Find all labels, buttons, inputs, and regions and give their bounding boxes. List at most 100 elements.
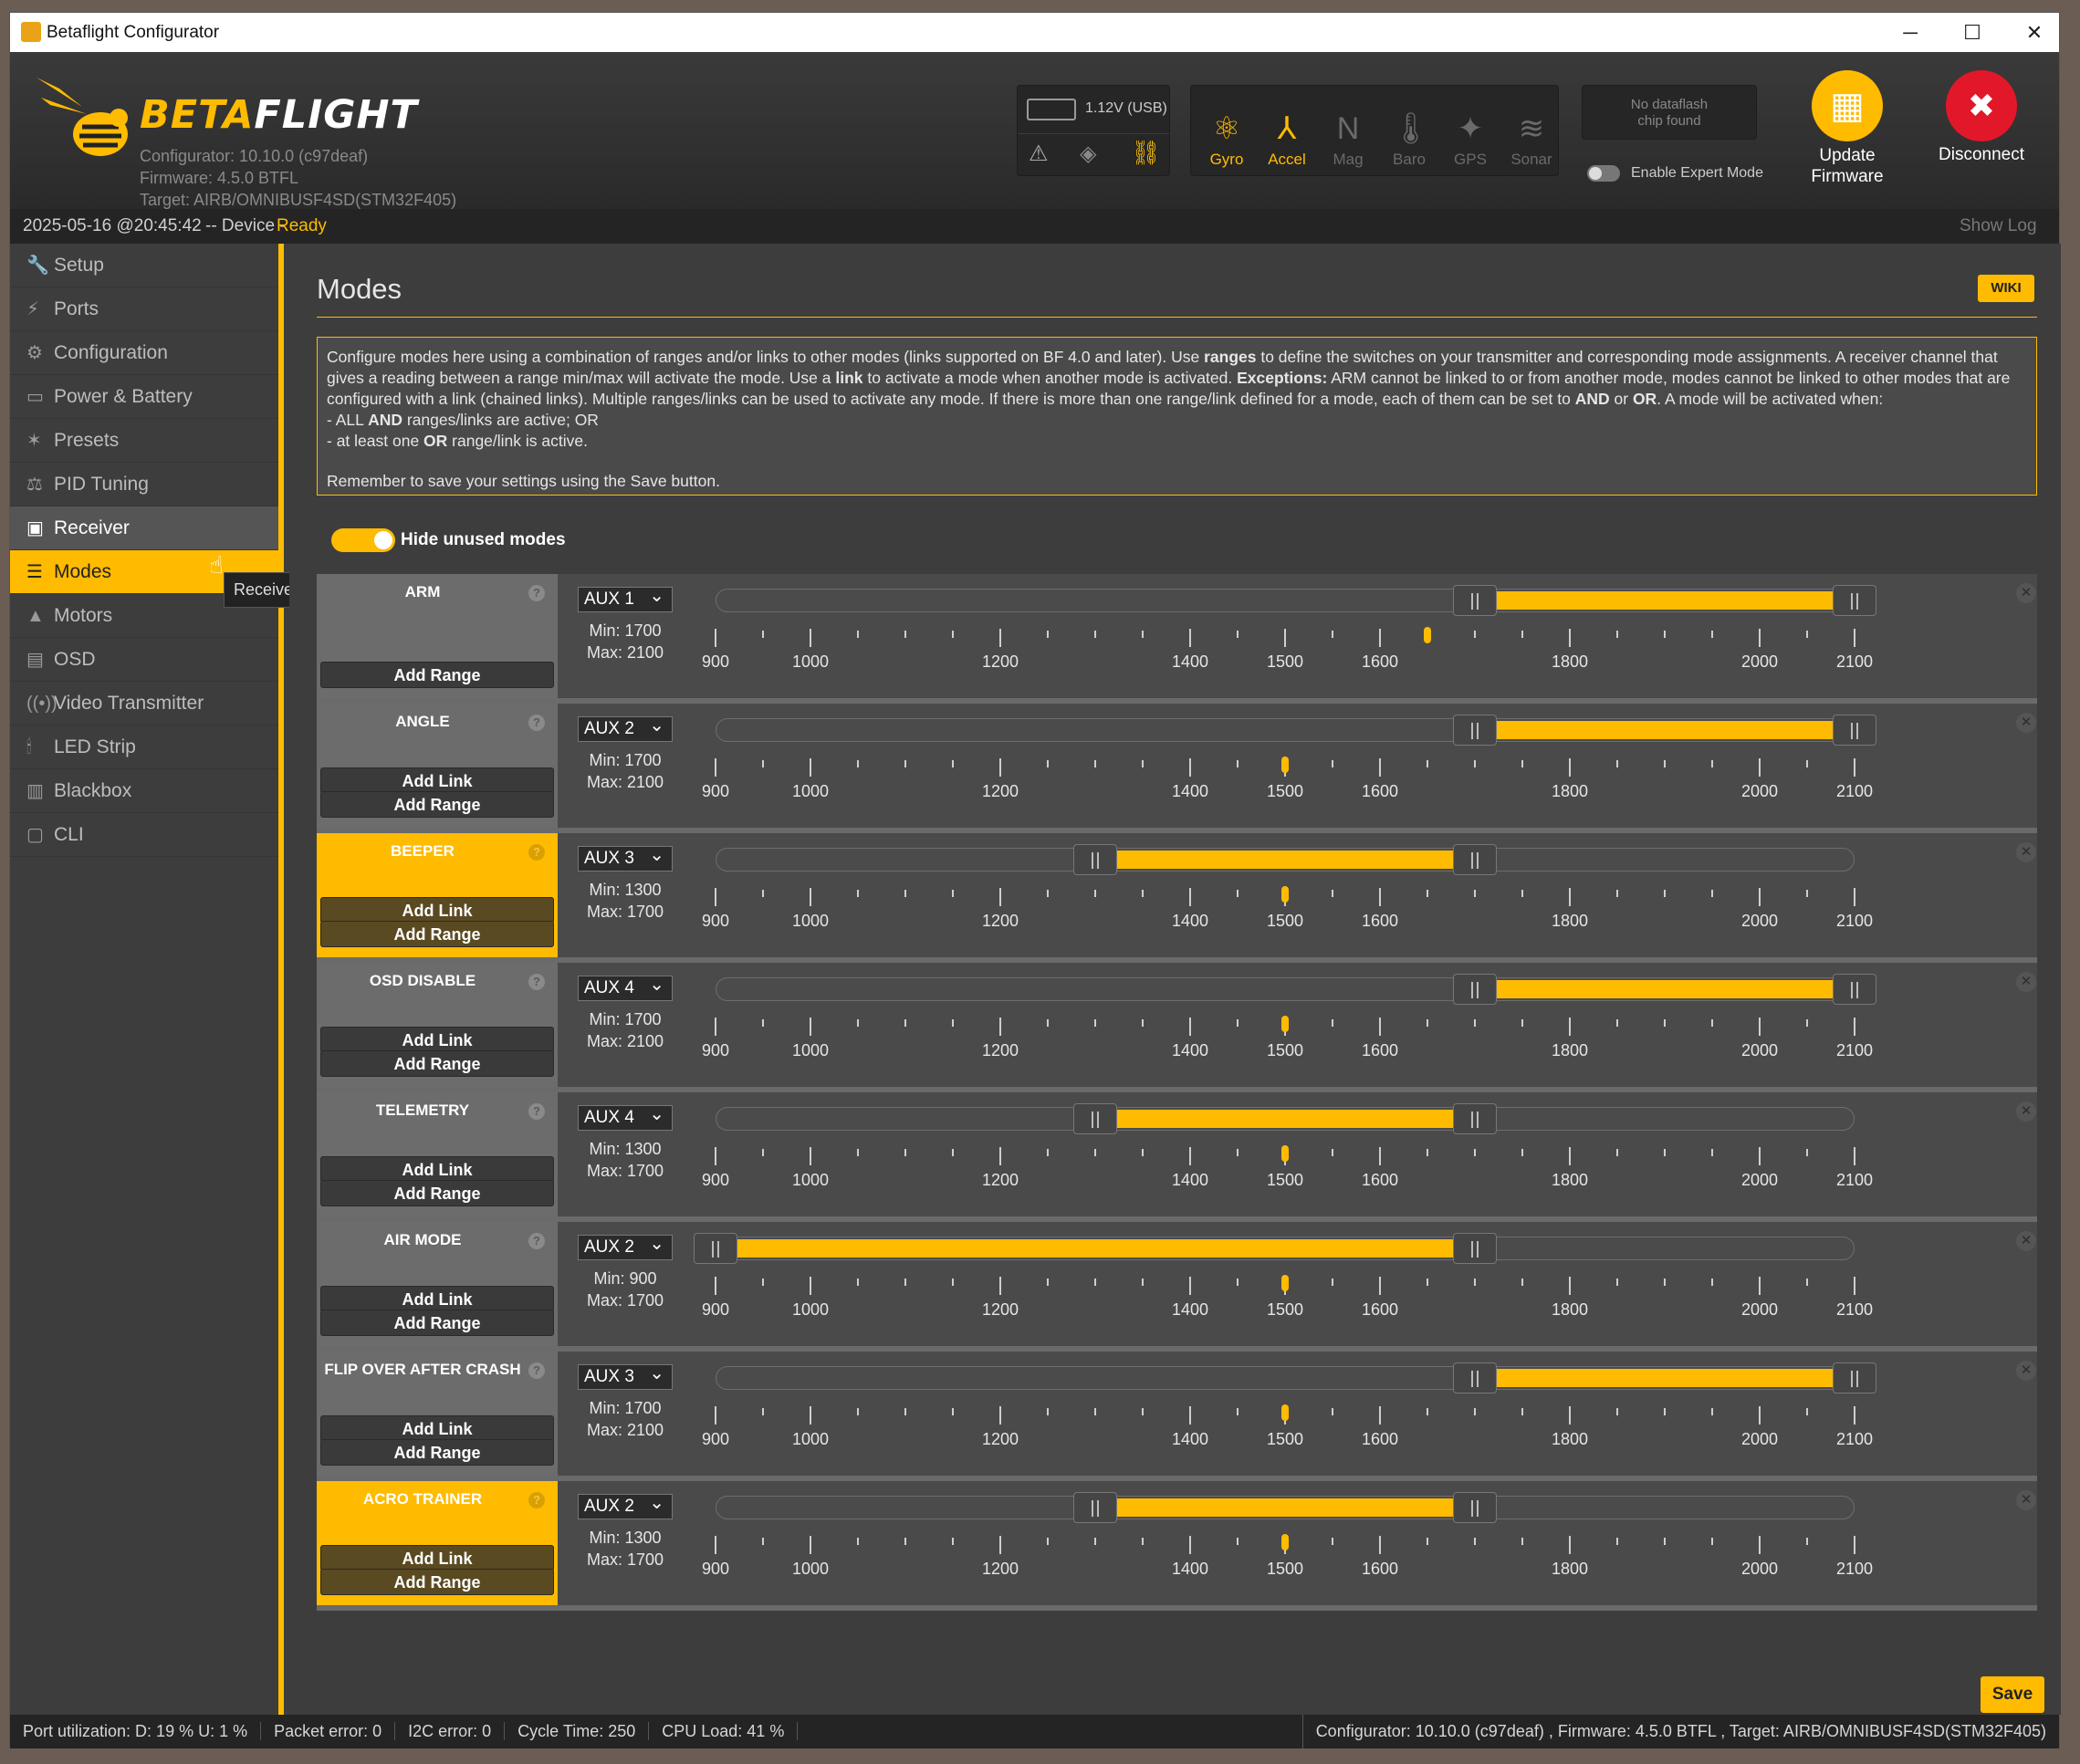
help-icon[interactable]: ? bbox=[528, 1233, 545, 1249]
sidebar-item-configuration[interactable]: ⚙ Configuration bbox=[10, 331, 278, 375]
remove-range-icon[interactable]: ✕ bbox=[2016, 1101, 2036, 1122]
maximize-button[interactable]: ☐ bbox=[1945, 16, 2000, 49]
mode-row: ACRO TRAINER? Add LinkAdd Range AUX 2 Min: … bbox=[317, 1481, 2037, 1611]
scale-label: 1200 bbox=[981, 652, 1019, 671]
help-icon[interactable]: ? bbox=[528, 974, 545, 990]
range-fill bbox=[1112, 851, 1475, 869]
remove-range-icon[interactable]: ✕ bbox=[2016, 1231, 2036, 1251]
range-max-handle[interactable] bbox=[1453, 844, 1497, 875]
help-icon[interactable]: ? bbox=[528, 715, 545, 731]
scale-tick bbox=[1711, 760, 1713, 767]
add-link-button[interactable]: Add Link bbox=[320, 1156, 554, 1183]
scale-tick bbox=[952, 1019, 954, 1027]
remove-range-icon[interactable]: ✕ bbox=[2016, 1490, 2036, 1510]
range-min-handle[interactable] bbox=[1453, 715, 1497, 746]
aux-channel-select[interactable]: AUX 1 bbox=[578, 584, 673, 612]
range-min-handle[interactable] bbox=[694, 1233, 737, 1264]
expert-mode-toggle[interactable] bbox=[1587, 165, 1620, 182]
sidebar-item-osd[interactable]: ▤ OSD bbox=[10, 638, 278, 682]
save-button[interactable]: Save bbox=[1981, 1676, 2044, 1713]
add-link-button[interactable]: Add Link bbox=[320, 897, 554, 924]
scale-label: 1000 bbox=[791, 1171, 830, 1189]
add-range-button[interactable]: Add Range bbox=[320, 1439, 554, 1466]
remove-range-icon[interactable]: ✕ bbox=[2016, 842, 2036, 862]
aux-channel-select[interactable]: AUX 2 bbox=[578, 1491, 673, 1519]
scale-tick bbox=[1806, 1279, 1808, 1286]
add-range-button[interactable]: Add Range bbox=[320, 1310, 554, 1336]
help-icon[interactable]: ? bbox=[528, 1103, 545, 1120]
scale-label: 1600 bbox=[1361, 912, 1399, 930]
add-link-button[interactable]: Add Link bbox=[320, 1545, 554, 1571]
aux-channel-select[interactable]: AUX 4 bbox=[578, 973, 673, 1001]
range-min-handle[interactable] bbox=[1453, 974, 1497, 1005]
range-max-handle[interactable] bbox=[1833, 1362, 1876, 1393]
add-range-button[interactable]: Add Range bbox=[320, 791, 554, 818]
range-max-handle[interactable] bbox=[1833, 974, 1876, 1005]
add-range-button[interactable]: Add Range bbox=[320, 662, 554, 688]
mode-header: AIR MODE? Add Link Add Range bbox=[317, 1222, 558, 1346]
scale-label: 2100 bbox=[1835, 1171, 1874, 1189]
mode-row: BEEPER? Add LinkAdd Range AUX 3 Min: 1300 Ma… bbox=[317, 833, 2037, 963]
range-min-handle[interactable] bbox=[1073, 1103, 1117, 1134]
add-link-button[interactable]: Add Link bbox=[320, 1286, 554, 1312]
scale-tick bbox=[1474, 890, 1476, 897]
scale-label: 1800 bbox=[1551, 652, 1589, 671]
range-max-handle[interactable] bbox=[1833, 715, 1876, 746]
aux-channel-select[interactable]: AUX 2 bbox=[578, 1232, 673, 1260]
sidebar-item-cli[interactable]: ▢ CLI bbox=[10, 813, 278, 857]
add-range-button[interactable]: Add Range bbox=[320, 1569, 554, 1595]
add-link-button[interactable]: Add Link bbox=[320, 1415, 554, 1442]
close-window-button[interactable]: ✕ bbox=[2007, 16, 2062, 49]
add-range-button[interactable]: Add Range bbox=[320, 1050, 554, 1077]
range-max-handle[interactable] bbox=[1833, 585, 1876, 616]
hide-unused-toggle[interactable] bbox=[331, 528, 395, 552]
remove-range-icon[interactable]: ✕ bbox=[2016, 972, 2036, 992]
sidebar-item-setup[interactable]: 🔧 Setup bbox=[10, 244, 278, 287]
disconnect-button[interactable]: ✖ Disconnect bbox=[1927, 70, 2036, 165]
show-log-link[interactable]: Show Log bbox=[1960, 216, 2037, 236]
add-range-button[interactable]: Add Range bbox=[320, 1180, 554, 1206]
range-min-handle[interactable] bbox=[1453, 1362, 1497, 1393]
scale-tick bbox=[1806, 631, 1808, 638]
sidebar-item-led-strip[interactable]: 🕯 LED Strip bbox=[10, 725, 278, 769]
help-icon[interactable]: ? bbox=[528, 844, 545, 861]
sidebar-item-presets[interactable]: ✶ Presets bbox=[10, 419, 278, 463]
range-min-handle[interactable] bbox=[1453, 585, 1497, 616]
range-max-handle[interactable] bbox=[1453, 1103, 1497, 1134]
sidebar-item-pid-tuning[interactable]: ⚖ PID Tuning bbox=[10, 463, 278, 506]
hide-unused-modes[interactable]: Hide unused modes bbox=[331, 528, 566, 552]
scale-tick bbox=[1379, 758, 1381, 777]
link-icon: ⛓ bbox=[1131, 139, 1162, 166]
sidebar-item-blackbox[interactable]: ▥ Blackbox bbox=[10, 769, 278, 813]
remove-range-icon[interactable]: ✕ bbox=[2016, 1361, 2036, 1381]
scale-label: 1000 bbox=[791, 652, 830, 671]
scale-tick bbox=[1047, 760, 1049, 767]
scale-tick bbox=[1711, 1149, 1713, 1156]
help-icon[interactable]: ? bbox=[528, 585, 545, 601]
add-range-button[interactable]: Add Range bbox=[320, 921, 554, 947]
add-link-button[interactable]: Add Link bbox=[320, 767, 554, 794]
sidebar-item-receiver[interactable]: ▣ Receiver bbox=[10, 506, 278, 550]
remove-range-icon[interactable]: ✕ bbox=[2016, 583, 2036, 603]
wiki-button[interactable]: WIKI bbox=[1978, 275, 2034, 302]
aux-channel-select[interactable]: AUX 3 bbox=[578, 1362, 673, 1390]
aux-channel-select[interactable]: AUX 4 bbox=[578, 1102, 673, 1131]
help-icon[interactable]: ? bbox=[528, 1362, 545, 1379]
minimize-button[interactable]: ─ bbox=[1883, 16, 1938, 49]
help-icon[interactable]: ? bbox=[528, 1492, 545, 1508]
range-fill bbox=[1491, 980, 1855, 998]
range-max-handle[interactable] bbox=[1453, 1492, 1497, 1523]
sidebar-item-power-battery[interactable]: ▭ Power & Battery bbox=[10, 375, 278, 419]
aux-channel-select[interactable]: AUX 3 bbox=[578, 843, 673, 872]
aux-channel-select[interactable]: AUX 2 bbox=[578, 714, 673, 742]
add-link-button[interactable]: Add Link bbox=[320, 1027, 554, 1053]
update-firmware-button[interactable]: ▦ Update Firmware bbox=[1799, 70, 1896, 187]
remove-range-icon[interactable]: ✕ bbox=[2016, 713, 2036, 733]
sidebar-item-ports[interactable]: ⚡ Ports bbox=[10, 287, 278, 331]
sidebar-item-video-transmitter[interactable]: ((•)) Video Transmitter bbox=[10, 682, 278, 725]
range-min-handle[interactable] bbox=[1073, 844, 1117, 875]
range-max-handle[interactable] bbox=[1453, 1233, 1497, 1264]
scale-label: 1400 bbox=[1171, 652, 1209, 671]
scale-label: 1500 bbox=[1266, 1560, 1304, 1578]
range-min-handle[interactable] bbox=[1073, 1492, 1117, 1523]
